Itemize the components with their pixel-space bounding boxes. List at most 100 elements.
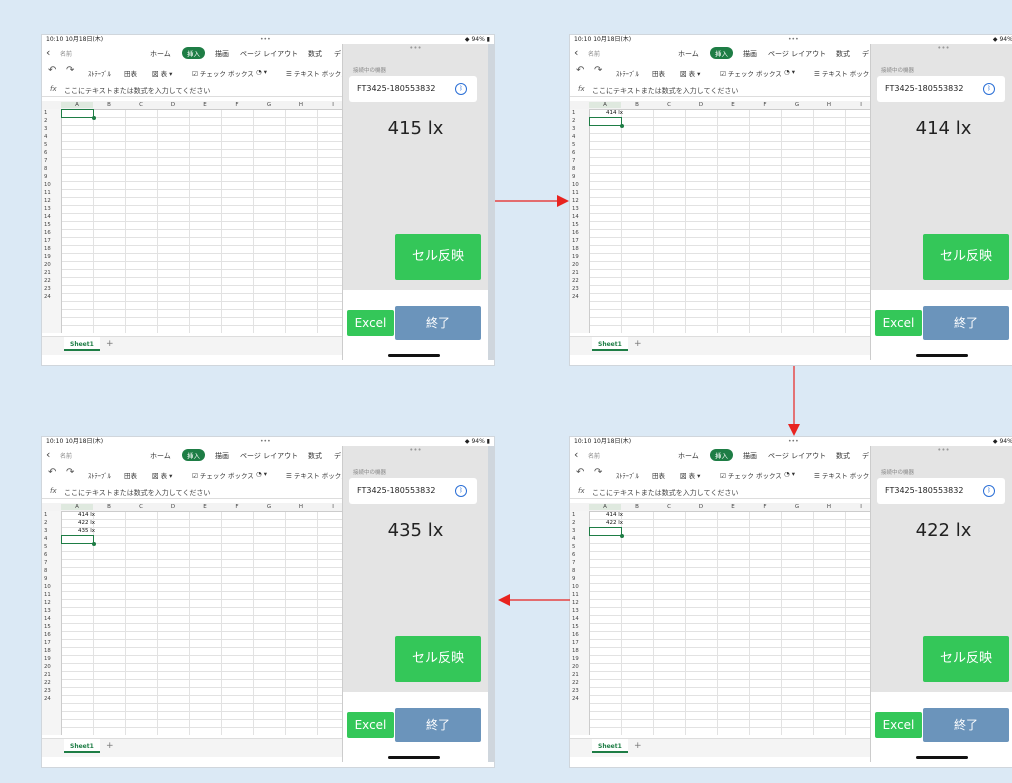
row-header[interactable]: 5 — [572, 544, 586, 550]
row-header[interactable]: 14 — [572, 214, 586, 220]
cell-value[interactable]: 422 lx — [78, 520, 95, 526]
row-header[interactable]: 18 — [572, 648, 586, 654]
column-header[interactable]: A — [589, 504, 621, 510]
reflect-to-cell-button[interactable]: セル反映 — [923, 636, 1009, 682]
sheet-tab-sheet1[interactable]: Sheet1 — [64, 337, 100, 351]
column-header[interactable]: F — [221, 504, 253, 510]
row-header[interactable]: 16 — [44, 230, 58, 236]
back-chevron-icon[interactable]: ‹ — [574, 46, 578, 60]
textbox-button[interactable]: ☰ テキスト ボックス — [286, 68, 348, 78]
table-layout-button[interactable]: ｽﾄﾃｰﾌﾞﾙ — [616, 470, 639, 480]
row-header[interactable]: 17 — [44, 640, 58, 646]
chart-button[interactable]: 図 表 ▾ — [152, 470, 172, 480]
tab-formulas[interactable]: 数式 — [308, 49, 322, 59]
row-header[interactable]: 12 — [572, 198, 586, 204]
back-chevron-icon[interactable]: ‹ — [46, 448, 50, 462]
row-header[interactable]: 2 — [44, 118, 58, 124]
undo-icon[interactable]: ↶ — [48, 65, 56, 76]
row-header[interactable]: 13 — [44, 206, 58, 212]
shapes-button[interactable]: ◔ ▾ — [784, 470, 795, 478]
row-header[interactable]: 5 — [44, 544, 58, 550]
row-header[interactable]: 10 — [44, 182, 58, 188]
row-header[interactable]: 2 — [44, 520, 58, 526]
table-layout-button[interactable]: ｽﾄﾃｰﾌﾞﾙ — [88, 68, 111, 78]
sheet-tab-sheet1[interactable]: Sheet1 — [592, 739, 628, 753]
row-header[interactable]: 17 — [44, 238, 58, 244]
column-header[interactable]: G — [781, 504, 813, 510]
bluetooth-icon[interactable]: ᛒ — [983, 485, 995, 497]
row-header[interactable]: 16 — [44, 632, 58, 638]
column-header[interactable]: F — [749, 102, 781, 108]
excel-button[interactable]: Excel — [347, 310, 394, 336]
cell-value[interactable]: 414 lx — [78, 512, 95, 518]
sheet-tab-sheet1[interactable]: Sheet1 — [592, 337, 628, 351]
tab-data[interactable]: デ — [862, 451, 869, 461]
row-header[interactable]: 14 — [44, 616, 58, 622]
row-header[interactable]: 19 — [44, 254, 58, 260]
column-header[interactable]: D — [157, 504, 189, 510]
row-header[interactable]: 22 — [572, 680, 586, 686]
row-header[interactable]: 8 — [44, 568, 58, 574]
column-header[interactable]: D — [685, 504, 717, 510]
column-header[interactable]: C — [125, 102, 157, 108]
row-header[interactable]: 4 — [44, 536, 58, 542]
add-sheet-icon[interactable]: + — [106, 741, 114, 751]
row-header[interactable]: 1 — [572, 512, 586, 518]
device-selector[interactable]: FT3425-180553832 ᛒ — [877, 478, 1005, 504]
row-header[interactable]: 23 — [44, 688, 58, 694]
app-handle-dots[interactable]: ••• — [343, 446, 488, 456]
checkbox-button[interactable]: ☑ チェック ボックス — [720, 68, 782, 78]
row-header[interactable]: 12 — [44, 600, 58, 606]
redo-icon[interactable]: ↷ — [66, 467, 74, 478]
column-header[interactable]: B — [621, 102, 653, 108]
bluetooth-icon[interactable]: ᛒ — [983, 83, 995, 95]
row-header[interactable]: 23 — [572, 286, 586, 292]
column-header[interactable]: E — [717, 504, 749, 510]
row-header[interactable]: 22 — [44, 278, 58, 284]
cell-value[interactable]: 422 lx — [606, 520, 623, 526]
row-header[interactable]: 15 — [44, 222, 58, 228]
tab-data[interactable]: デ — [334, 451, 341, 461]
row-header[interactable]: 4 — [572, 536, 586, 542]
column-header[interactable]: C — [125, 504, 157, 510]
row-header[interactable]: 17 — [572, 238, 586, 244]
row-header[interactable]: 24 — [572, 696, 586, 702]
chart-button[interactable]: 図 表 ▾ — [152, 68, 172, 78]
row-header[interactable]: 7 — [572, 560, 586, 566]
table-button[interactable]: 田表 — [124, 68, 137, 78]
row-header[interactable]: 16 — [572, 632, 586, 638]
table-button[interactable]: 田表 — [124, 470, 137, 480]
redo-icon[interactable]: ↷ — [594, 467, 602, 478]
row-header[interactable]: 6 — [572, 552, 586, 558]
column-header[interactable]: D — [685, 102, 717, 108]
tab-draw[interactable]: 描画 — [215, 49, 229, 59]
row-header[interactable]: 21 — [44, 270, 58, 276]
row-header[interactable]: 20 — [572, 262, 586, 268]
row-header[interactable]: 8 — [44, 166, 58, 172]
row-header[interactable]: 4 — [44, 134, 58, 140]
row-header[interactable]: 8 — [572, 568, 586, 574]
tab-page-layout[interactable]: ページ レイアウト — [768, 49, 826, 59]
chart-button[interactable]: 図 表 ▾ — [680, 68, 700, 78]
row-header[interactable]: 6 — [44, 552, 58, 558]
row-header[interactable]: 14 — [572, 616, 586, 622]
row-header[interactable]: 20 — [44, 664, 58, 670]
tab-formulas[interactable]: 数式 — [308, 451, 322, 461]
row-header[interactable]: 9 — [572, 174, 586, 180]
tab-draw[interactable]: 描画 — [743, 451, 757, 461]
row-header[interactable]: 2 — [572, 118, 586, 124]
column-header[interactable]: H — [285, 504, 317, 510]
bluetooth-icon[interactable]: ᛒ — [455, 485, 467, 497]
device-selector[interactable]: FT3425-180553832 ᛒ — [877, 76, 1005, 102]
shapes-button[interactable]: ◔ ▾ — [256, 68, 267, 76]
row-header[interactable]: 12 — [44, 198, 58, 204]
bluetooth-icon[interactable]: ᛒ — [455, 83, 467, 95]
column-header[interactable]: F — [749, 504, 781, 510]
row-header[interactable]: 5 — [572, 142, 586, 148]
end-button[interactable]: 終了 — [395, 306, 481, 340]
row-header[interactable]: 9 — [572, 576, 586, 582]
textbox-button[interactable]: ☰ テキスト ボックス — [814, 68, 876, 78]
column-header[interactable]: G — [781, 102, 813, 108]
row-header[interactable]: 21 — [44, 672, 58, 678]
tab-insert[interactable]: 挿入 — [182, 449, 205, 461]
